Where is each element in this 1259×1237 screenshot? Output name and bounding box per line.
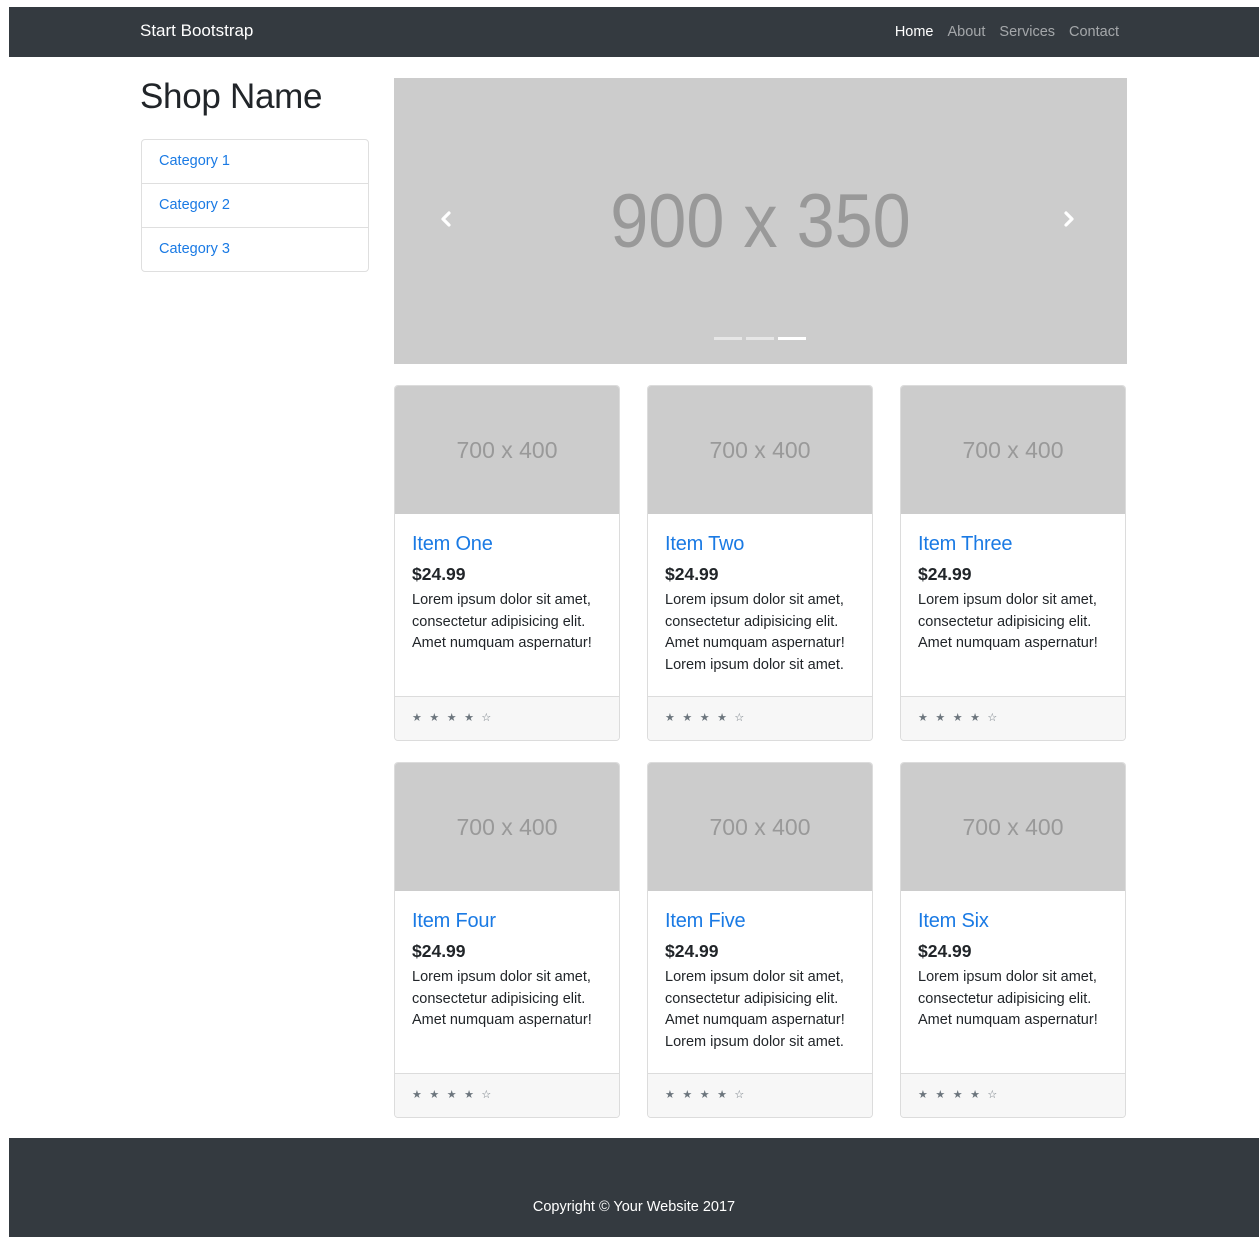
card-body: Item Six $24.99 Lorem ipsum dolor sit am… <box>901 891 1125 1073</box>
product-description: Lorem ipsum dolor sit amet, consectetur … <box>918 592 1098 651</box>
star-rating: ★ ★ ★ ★ ☆ <box>665 1088 747 1101</box>
product-card: 700 x 400 Item Six $24.99 Lorem ipsum do… <box>900 762 1126 1118</box>
carousel: 900 x 350 <box>394 78 1127 364</box>
product-description: Lorem ipsum dolor sit amet, consectetur … <box>665 969 845 1050</box>
card-footer: ★ ★ ★ ★ ☆ <box>395 696 619 740</box>
carousel-indicator-1[interactable] <box>714 337 742 340</box>
card-body: Item Three $24.99 Lorem ipsum dolor sit … <box>901 514 1125 696</box>
page: Start Bootstrap Home About Services Cont… <box>9 7 1259 1237</box>
shop-name-heading: Shop Name <box>140 77 323 116</box>
chevron-right-icon <box>1064 211 1074 227</box>
card-footer: ★ ★ ★ ★ ☆ <box>648 1073 872 1117</box>
nav-link-contact[interactable]: Contact <box>1069 24 1119 40</box>
carousel-indicator-3[interactable] <box>778 337 806 340</box>
star-rating: ★ ★ ★ ★ ☆ <box>665 711 747 724</box>
product-card: 700 x 400 Item One $24.99 Lorem ipsum do… <box>394 385 620 741</box>
card-footer: ★ ★ ★ ★ ☆ <box>648 696 872 740</box>
star-rating: ★ ★ ★ ★ ☆ <box>412 1088 494 1101</box>
product-description: Lorem ipsum dolor sit amet, consectetur … <box>412 969 592 1028</box>
carousel-indicators <box>714 337 806 340</box>
product-title-link[interactable]: Item Three <box>918 533 1013 555</box>
card-footer: ★ ★ ★ ★ ☆ <box>901 1073 1125 1117</box>
product-image[interactable]: 700 x 400 <box>901 763 1125 891</box>
product-price: $24.99 <box>412 941 466 961</box>
carousel-indicator-2[interactable] <box>746 337 774 340</box>
nav-menu: Home About Services Contact <box>895 24 1119 40</box>
category-link-1[interactable]: Category 1 <box>142 140 368 183</box>
product-title-link[interactable]: Item Four <box>412 910 496 932</box>
card-body: Item Four $24.99 Lorem ipsum dolor sit a… <box>395 891 619 1073</box>
product-price: $24.99 <box>918 941 972 961</box>
product-title-link[interactable]: Item Five <box>665 910 746 932</box>
product-price: $24.99 <box>665 941 719 961</box>
card-footer: ★ ★ ★ ★ ☆ <box>901 696 1125 740</box>
star-rating: ★ ★ ★ ★ ☆ <box>918 1088 1000 1101</box>
navbar-brand[interactable]: Start Bootstrap <box>140 21 253 41</box>
product-description: Lorem ipsum dolor sit amet, consectetur … <box>665 592 845 673</box>
carousel-prev-button[interactable] <box>431 204 461 234</box>
category-link-3[interactable]: Category 3 <box>142 227 368 271</box>
card-footer: ★ ★ ★ ★ ☆ <box>395 1073 619 1117</box>
navbar: Start Bootstrap Home About Services Cont… <box>9 7 1259 57</box>
product-card: 700 x 400 Item Two $24.99 Lorem ipsum do… <box>647 385 873 741</box>
card-body: Item Two $24.99 Lorem ipsum dolor sit am… <box>648 514 872 696</box>
product-description: Lorem ipsum dolor sit amet, consectetur … <box>412 592 592 651</box>
product-card: 700 x 400 Item Four $24.99 Lorem ipsum d… <box>394 762 620 1118</box>
product-card: 700 x 400 Item Five $24.99 Lorem ipsum d… <box>647 762 873 1118</box>
product-image[interactable]: 700 x 400 <box>648 386 872 514</box>
nav-link-home[interactable]: Home <box>895 24 934 40</box>
product-card: 700 x 400 Item Three $24.99 Lorem ipsum … <box>900 385 1126 741</box>
product-price: $24.99 <box>918 564 972 584</box>
product-title-link[interactable]: Item Six <box>918 910 989 932</box>
nav-link-about[interactable]: About <box>948 24 986 40</box>
product-title-link[interactable]: Item Two <box>665 533 744 555</box>
carousel-next-button[interactable] <box>1054 204 1084 234</box>
footer: Copyright © Your Website 2017 <box>9 1138 1259 1237</box>
category-link-2[interactable]: Category 2 <box>142 183 368 227</box>
nav-link-services[interactable]: Services <box>999 24 1055 40</box>
category-list: Category 1 Category 2 Category 3 <box>141 139 369 272</box>
product-image[interactable]: 700 x 400 <box>648 763 872 891</box>
product-image[interactable]: 700 x 400 <box>395 386 619 514</box>
star-rating: ★ ★ ★ ★ ☆ <box>918 711 1000 724</box>
product-description: Lorem ipsum dolor sit amet, consectetur … <box>918 969 1098 1028</box>
card-body: Item One $24.99 Lorem ipsum dolor sit am… <box>395 514 619 696</box>
card-body: Item Five $24.99 Lorem ipsum dolor sit a… <box>648 891 872 1073</box>
product-price: $24.99 <box>665 564 719 584</box>
carousel-slide-placeholder: 900 x 350 <box>610 179 911 264</box>
product-image[interactable]: 700 x 400 <box>901 386 1125 514</box>
star-rating: ★ ★ ★ ★ ☆ <box>412 711 494 724</box>
chevron-left-icon <box>441 211 451 227</box>
copyright-text: Copyright © Your Website 2017 <box>532 1198 736 1215</box>
product-title-link[interactable]: Item One <box>412 533 493 555</box>
product-price: $24.99 <box>412 564 466 584</box>
product-image[interactable]: 700 x 400 <box>395 763 619 891</box>
